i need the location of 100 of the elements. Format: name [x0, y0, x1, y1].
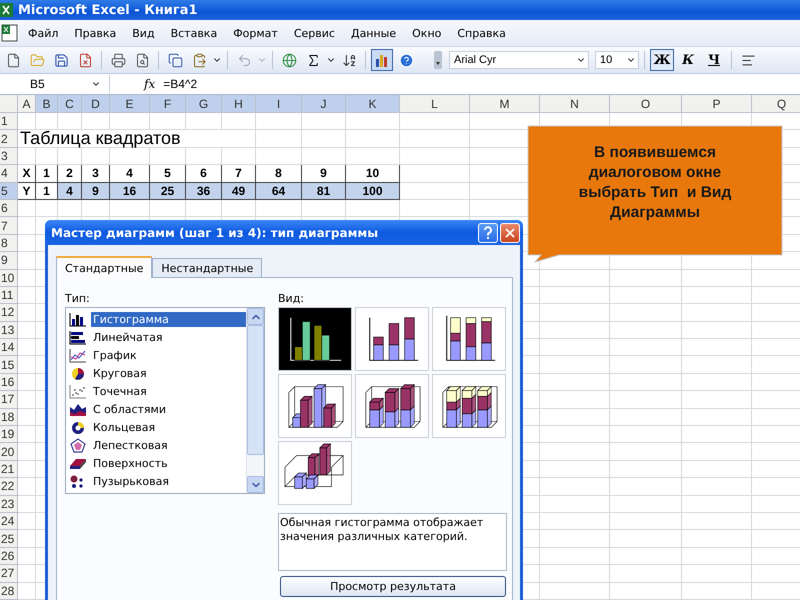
chart-type-item[interactable]: Пузырьковая	[91, 474, 246, 488]
chart-type-item[interactable]: Гистограмма	[91, 312, 246, 326]
function-label[interactable]: fx	[144, 77, 156, 91]
column-header[interactable]: F	[150, 95, 186, 113]
row-header[interactable]: 6	[0, 200, 18, 218]
callout-text: В появившемся диалоговом окне выбрать Тип и Вид Диаграммы	[578, 143, 732, 223]
table-cell: 6	[186, 165, 222, 183]
format-button[interactable]: Ч	[702, 49, 726, 71]
column-header[interactable]: I	[256, 95, 302, 113]
column-header[interactable]: N	[540, 95, 610, 113]
column-header[interactable]: G	[186, 95, 222, 113]
menu-item[interactable]: Окно	[404, 24, 450, 42]
font-name-field[interactable]: Arial Cyr	[449, 51, 589, 69]
column-header[interactable]: P	[682, 95, 752, 113]
scroll-thumb[interactable]	[247, 325, 264, 455]
row-header[interactable]: 9	[0, 252, 18, 270]
grid-cell	[36, 200, 58, 218]
column-header[interactable]: D	[82, 95, 110, 113]
name-box[interactable]: B5	[0, 75, 110, 93]
grid-cell	[302, 113, 346, 130]
column-header[interactable]: H	[222, 95, 256, 113]
row-header[interactable]: 15	[0, 356, 18, 374]
column-header[interactable]: E	[110, 95, 150, 113]
chart-subtype-thumbnail[interactable]	[278, 307, 352, 371]
grid-cell	[682, 304, 752, 322]
row-header[interactable]: 19	[0, 426, 18, 444]
chart-type-item[interactable]: Линейчатая	[91, 330, 246, 344]
row-header[interactable]: 13	[0, 322, 18, 340]
grid-cell	[400, 113, 470, 130]
row-header[interactable]: 26	[0, 548, 18, 566]
column-header[interactable]: M	[470, 95, 540, 113]
row-header[interactable]: 18	[0, 408, 18, 426]
chart-subtype-thumbnail[interactable]	[355, 374, 429, 438]
column-header[interactable]: Q	[752, 95, 800, 113]
grid-cell	[18, 113, 36, 130]
chart-type-item[interactable]: Поверхность	[91, 456, 246, 470]
chart-type-item[interactable]: График	[91, 348, 246, 362]
chart-subtype-thumbnail[interactable]	[432, 307, 506, 371]
row-header[interactable]: 23	[0, 496, 18, 513]
dialog-tab[interactable]: Стандартные	[56, 256, 152, 278]
grid-cell	[18, 496, 36, 513]
row-header[interactable]: 8	[0, 234, 18, 252]
column-header[interactable]: J	[302, 95, 346, 113]
menu-item[interactable]: Сервис	[286, 24, 343, 42]
row-header[interactable]: 20	[0, 443, 18, 461]
spreadsheet-document-icon[interactable]	[0, 24, 20, 42]
format-button[interactable]: Ж	[650, 49, 674, 71]
menu-item[interactable]: Справка	[449, 24, 514, 42]
scroll-down-icon[interactable]	[247, 476, 264, 493]
chart-subtype-thumbnail[interactable]	[278, 374, 352, 438]
row-header[interactable]: 1	[0, 113, 18, 130]
chart-type-item[interactable]: Лепестковая	[91, 438, 246, 452]
column-header[interactable]: B	[36, 95, 58, 113]
column-header[interactable]: C	[58, 95, 82, 113]
row-header[interactable]: 4	[0, 165, 18, 183]
column-header[interactable]: K	[346, 95, 400, 113]
row-header[interactable]: 3	[0, 148, 18, 166]
menu-item[interactable]: Формат	[225, 24, 286, 42]
row-header[interactable]: 25	[0, 530, 18, 548]
chart-subtype-thumbnail[interactable]	[278, 441, 352, 505]
chart-type-item[interactable]: Кольцевая	[91, 420, 246, 434]
row-header[interactable]: 22	[0, 478, 18, 496]
chart-type-item[interactable]: Круговая	[91, 366, 246, 380]
scrollbar[interactable]	[246, 308, 264, 493]
format-button[interactable]: К	[676, 49, 700, 71]
row-header[interactable]: 5	[0, 182, 18, 200]
row-header[interactable]: 28	[0, 582, 18, 600]
row-header[interactable]: 12	[0, 304, 18, 322]
menu-item[interactable]: Данные	[342, 24, 404, 42]
toolbar-grip-icon[interactable]	[433, 50, 443, 70]
grid-cell	[540, 356, 610, 374]
row-header[interactable]: 27	[0, 565, 18, 583]
scroll-up-icon[interactable]	[247, 308, 264, 325]
menu-item[interactable]: Правка	[66, 24, 124, 42]
chart-wizard-icon[interactable]	[371, 49, 393, 71]
row-header[interactable]: 16	[0, 374, 18, 392]
column-header[interactable]: L	[400, 95, 470, 113]
chart-subtype-thumbnail[interactable]	[432, 374, 506, 438]
menu-item[interactable]: Вид	[124, 24, 163, 42]
row-header[interactable]: 11	[0, 286, 18, 304]
row-header[interactable]: 21	[0, 460, 18, 478]
menu-item[interactable]: Вставка	[162, 24, 226, 42]
preview-button[interactable]: Просмотр результата	[280, 576, 506, 597]
row-header[interactable]: 14	[0, 339, 18, 356]
column-header[interactable]: O	[610, 95, 682, 113]
row-header[interactable]: 2	[0, 130, 18, 148]
row-header[interactable]: 24	[0, 512, 18, 530]
menu-item[interactable]: Файл	[20, 24, 66, 42]
row-header[interactable]: 7	[0, 217, 18, 235]
chart-type-item[interactable]: С областями	[91, 402, 246, 416]
row-header[interactable]: 17	[0, 391, 18, 409]
chart-type-item[interactable]: Точечная	[91, 384, 246, 398]
close-button[interactable]	[500, 222, 520, 242]
font-size-field[interactable]: 10	[595, 51, 639, 69]
dialog-tab[interactable]: Нестандартные	[152, 258, 262, 277]
row-header[interactable]: 10	[0, 270, 18, 287]
formula-text[interactable]: =B4^2	[163, 77, 198, 91]
chart-subtype-thumbnail[interactable]	[355, 307, 429, 371]
help-button[interactable]	[478, 222, 498, 242]
column-header[interactable]: A	[18, 95, 36, 113]
